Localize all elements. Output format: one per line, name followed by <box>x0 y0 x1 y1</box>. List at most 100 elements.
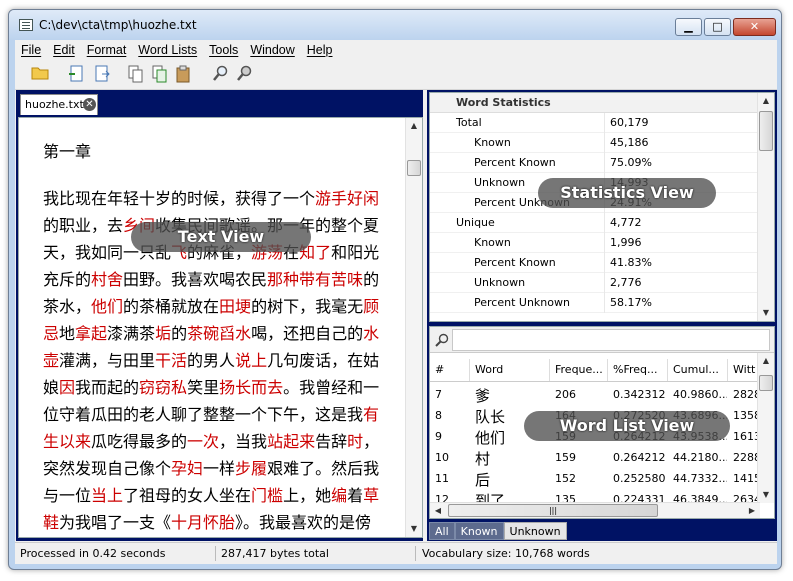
close-button[interactable]: ✕ <box>733 18 776 36</box>
column-header[interactable]: Cumul... <box>668 359 728 381</box>
stats-vertical-scrollbar[interactable]: ▲ ▼ <box>757 93 774 321</box>
text-line: 娘因我而起的窃窃私笑里扬长而去。我曾经和一 <box>43 374 383 401</box>
stat-row[interactable]: Unknown 2,776 <box>430 273 760 293</box>
text-segment: 突然发现自己像个 <box>43 459 172 478</box>
unknown-word[interactable]: 田埂 <box>219 297 251 316</box>
text-segment: 着 <box>347 486 364 505</box>
scroll-thumb[interactable] <box>759 111 773 151</box>
export-icon[interactable] <box>93 65 111 83</box>
menu-file[interactable]: File <box>15 43 47 57</box>
column-header[interactable]: Witt <box>728 359 760 381</box>
tab-known[interactable]: Known <box>454 522 504 540</box>
minimize-button[interactable]: ▁ <box>675 18 702 36</box>
stat-row[interactable]: Known 1,996 <box>430 233 760 253</box>
stat-row[interactable]: Percent Unknown 58.17% <box>430 293 760 313</box>
unknown-word[interactable]: 村舍 <box>91 270 123 289</box>
table-row[interactable]: 7 爹 206 0.342312 40.9860... 2828 <box>430 385 760 406</box>
column-header[interactable]: Freque... <box>550 359 608 381</box>
scroll-thumb[interactable] <box>759 375 773 391</box>
unknown-word[interactable]: 拿起 <box>75 324 107 343</box>
unknown-word[interactable]: 十月怀胎 <box>171 513 235 532</box>
unknown-word[interactable]: 编 <box>331 486 347 505</box>
tab-unknown[interactable]: Unknown <box>503 522 567 540</box>
unknown-word[interactable]: 顾 <box>363 297 379 316</box>
unknown-word[interactable]: 站起来 <box>267 432 315 451</box>
unknown-word[interactable]: 他们 <box>91 297 123 316</box>
text-segment: 我比现在年轻十岁的时候，获得了一个 <box>43 189 316 208</box>
unknown-word[interactable]: 扬长而去 <box>219 378 283 397</box>
unknown-word[interactable]: 壶 <box>43 351 59 370</box>
unknown-word[interactable]: 说上 <box>235 351 267 370</box>
unknown-word[interactable]: 鞋 <box>43 513 59 532</box>
column-header[interactable]: %Freq... <box>608 359 668 381</box>
unknown-word[interactable]: 游手好闲 <box>315 189 379 208</box>
unknown-word[interactable]: 门槛 <box>251 486 283 505</box>
scroll-down-icon[interactable]: ▼ <box>758 305 774 321</box>
stat-row[interactable]: Unique 4,772 <box>430 213 760 233</box>
find-settings-icon[interactable] <box>235 65 253 83</box>
unknown-word[interactable]: 那种带有苦味 <box>267 270 363 289</box>
unknown-word[interactable]: 时 <box>347 432 363 451</box>
scroll-up-icon[interactable]: ▲ <box>758 353 774 369</box>
text-view[interactable]: 第一章 我比现在年轻十岁的时候，获得了一个游手好闲的职业，去乡间收集民间歌谣。那… <box>18 117 423 538</box>
unknown-word[interactable]: 忌 <box>43 324 59 343</box>
horizontal-scroll-thumb[interactable]: ||| <box>448 504 658 517</box>
witt-cell: 1358 <box>733 409 759 422</box>
unknown-word[interactable]: 草 <box>363 486 379 505</box>
open-folder-icon[interactable] <box>31 65 49 83</box>
list-horizontal-scrollbar[interactable]: ◀ ||| ▶ <box>430 502 760 518</box>
word-cell: 爹 <box>475 387 491 405</box>
paste-add-icon[interactable] <box>151 65 169 83</box>
tab-all[interactable]: All <box>429 522 455 540</box>
unknown-word[interactable]: 当上 <box>91 486 123 505</box>
status-bar: Processed in 0.42 seconds 287,417 bytes … <box>15 542 777 564</box>
unknown-word[interactable]: 步履 <box>235 459 267 478</box>
column-header[interactable]: # <box>430 359 470 381</box>
stat-row[interactable]: Percent Known 75.09% <box>430 153 760 173</box>
scroll-down-icon[interactable]: ▼ <box>406 521 422 537</box>
menu-format[interactable]: Format <box>81 43 133 57</box>
unknown-word[interactable]: 生以来 <box>43 432 91 451</box>
tab-huozhe[interactable]: huozhe.txt ✕ <box>20 94 98 115</box>
new-document-icon[interactable] <box>67 65 85 83</box>
unknown-word[interactable]: 干活 <box>155 351 187 370</box>
scroll-up-icon[interactable]: ▲ <box>406 118 422 134</box>
column-header[interactable]: Word <box>470 359 550 381</box>
unknown-word[interactable]: 垢 <box>155 324 171 343</box>
menu-edit[interactable]: Edit <box>47 43 81 57</box>
scroll-thumb[interactable] <box>407 160 421 176</box>
table-row[interactable]: 10 村 159 0.264212 44.2180... 2288 <box>430 448 760 469</box>
copy-icon[interactable] <box>127 65 145 83</box>
unknown-word[interactable]: 窃窃私 <box>139 378 187 397</box>
text-segment: 了祖母的女人坐在 <box>123 486 252 505</box>
scroll-down-icon[interactable]: ▼ <box>758 487 774 503</box>
stat-row[interactable]: Known 45,186 <box>430 133 760 153</box>
title-bar[interactable]: C:\dev\cta\tmp\huozhe.txt ▁ □ ✕ <box>9 10 781 40</box>
clipboard-icon[interactable] <box>175 65 193 83</box>
text-vertical-scrollbar[interactable]: ▲ ▼ <box>405 118 422 537</box>
unknown-word[interactable]: 因 <box>59 378 75 397</box>
find-icon[interactable] <box>211 65 229 83</box>
menu-tools[interactable]: Tools <box>203 43 244 57</box>
text-segment: 茶水， <box>43 297 92 316</box>
unknown-word[interactable]: 一次 <box>187 432 219 451</box>
menu-window[interactable]: Window <box>244 43 300 57</box>
scroll-left-icon[interactable]: ◀ <box>430 503 446 519</box>
scroll-up-icon[interactable]: ▲ <box>758 93 774 109</box>
maximize-button[interactable]: □ <box>704 18 731 36</box>
unknown-word[interactable]: 孕妇 <box>171 459 203 478</box>
menu-help[interactable]: Help <box>301 43 339 57</box>
unknown-word[interactable]: 有 <box>363 405 379 424</box>
table-row[interactable]: 11 后 152 0.252580 44.7332... 1415 <box>430 469 760 490</box>
close-tab-icon[interactable]: ✕ <box>83 98 96 111</box>
unknown-word[interactable]: 茶碗舀水 <box>187 324 251 343</box>
stat-row[interactable]: Total 60,179 <box>430 113 760 133</box>
menu-word-lists[interactable]: Word Lists <box>132 43 203 57</box>
scroll-right-icon[interactable]: ▶ <box>744 503 760 519</box>
list-vertical-scrollbar[interactable]: ▲ ▼ <box>757 353 774 503</box>
stat-row[interactable]: Percent Known 41.83% <box>430 253 760 273</box>
search-input[interactable] <box>452 329 770 351</box>
text-segment: 地 <box>59 324 76 343</box>
witt-cell: 2828 <box>733 388 759 401</box>
unknown-word[interactable]: 水 <box>363 324 379 343</box>
